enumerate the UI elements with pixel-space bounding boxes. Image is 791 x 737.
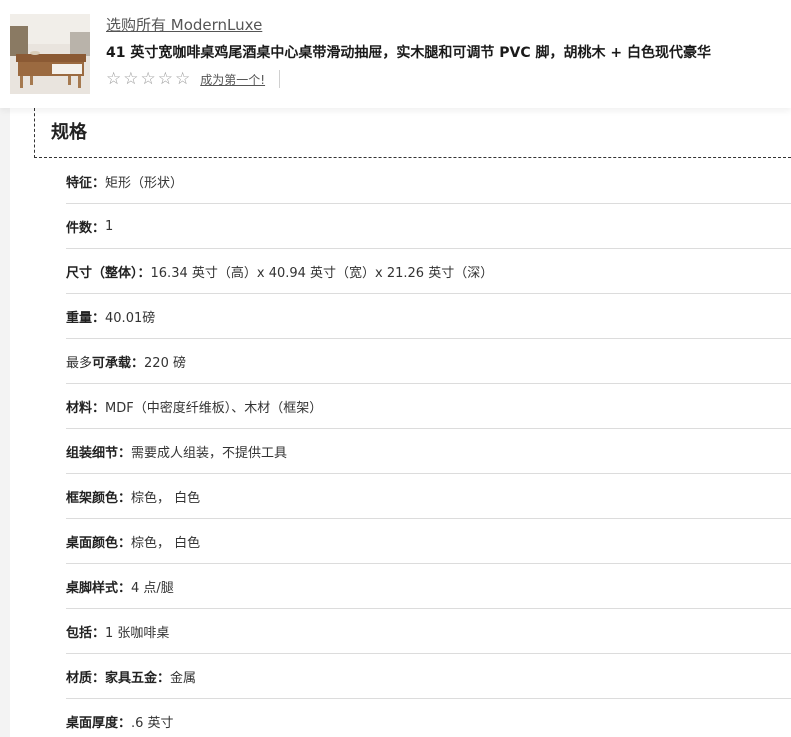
coffee-table-image bbox=[10, 14, 90, 94]
sticky-product-header: 选购所有 ModernLuxe 41 英寸宽咖啡桌鸡尾酒桌中心桌带滑动抽屉，实木… bbox=[0, 0, 791, 108]
star-icon[interactable]: ☆ bbox=[158, 70, 173, 88]
divider bbox=[279, 70, 281, 88]
spec-value: 1 张咖啡桌 bbox=[105, 625, 170, 641]
product-spec-page: 选购所有 ModernLuxe 41 英寸宽咖啡桌鸡尾酒桌中心桌带滑动抽屉，实木… bbox=[0, 0, 791, 737]
spec-row: 特征： 矩形（形状） bbox=[66, 159, 791, 204]
star-icon[interactable]: ☆ bbox=[123, 70, 138, 88]
spec-value: 4 点/腿 bbox=[131, 580, 174, 596]
spec-label: 组装细节： bbox=[66, 445, 132, 461]
spec-row: 桌面厚度： .6 英寸 bbox=[66, 699, 791, 737]
spec-value: 需要成人组装，不提供工具 bbox=[131, 445, 288, 461]
spec-row: 包括： 1 张咖啡桌 bbox=[66, 609, 791, 654]
spec-value: 金属 bbox=[170, 670, 197, 686]
spec-label: 框架颜色： bbox=[66, 490, 132, 506]
spec-value: 220 磅 bbox=[144, 355, 186, 371]
spec-label: 尺寸（整体）： bbox=[66, 265, 151, 281]
specifications-heading: 规格 bbox=[51, 122, 87, 143]
spec-row: 尺寸（整体）： 16.34 英寸（高）x 40.94 英寸（宽）x 21.26 … bbox=[66, 249, 791, 294]
spec-value: 矩形（形状） bbox=[105, 175, 184, 191]
spec-row: 重量： 40.01磅 bbox=[66, 294, 791, 339]
spec-row: 最多 可承载： 220 磅 bbox=[66, 339, 791, 384]
write-first-review-link[interactable]: 成为第一个! bbox=[200, 71, 265, 88]
shop-all-brand-link[interactable]: 选购所有 ModernLuxe bbox=[106, 14, 262, 35]
star-icon[interactable]: ☆ bbox=[141, 70, 156, 88]
product-title: 41 英寸宽咖啡桌鸡尾酒桌中心桌带滑动抽屉，实木腿和可调节 PVC 脚，胡桃木 … bbox=[106, 45, 711, 61]
spec-row: 桌脚样式： 4 点/腿 bbox=[66, 564, 791, 609]
spec-label: 件数： bbox=[66, 220, 106, 236]
star-icon[interactable]: ☆ bbox=[175, 70, 190, 88]
star-icon[interactable]: ☆ bbox=[106, 70, 121, 88]
spec-label: 桌脚样式： bbox=[66, 580, 132, 596]
spec-row: 组装细节： 需要成人组装，不提供工具 bbox=[66, 429, 791, 474]
rating-row: ☆ ☆ ☆ ☆ ☆ 成为第一个! bbox=[106, 68, 281, 90]
specifications-heading-box: 规格 bbox=[34, 108, 791, 158]
spec-label: 重量： bbox=[66, 310, 106, 326]
spec-row: 材料： MDF（中密度纤维板）、木材（框架） bbox=[66, 384, 791, 429]
spec-value: 棕色， 白色 bbox=[131, 535, 201, 551]
spec-row: 材质：家具五金： 金属 bbox=[66, 654, 791, 699]
spec-label: 材料： bbox=[66, 400, 106, 416]
spec-value: MDF（中密度纤维板）、木材（框架） bbox=[105, 400, 323, 416]
spec-value: .6 英寸 bbox=[131, 715, 174, 731]
spec-label-prefix: 最多 bbox=[66, 355, 93, 371]
product-thumbnail[interactable] bbox=[10, 14, 90, 94]
spec-label: 桌面厚度： bbox=[66, 715, 132, 731]
spec-value: 40.01磅 bbox=[105, 310, 156, 326]
spec-label: 材质：家具五金： bbox=[66, 670, 171, 686]
spec-value: 1 bbox=[105, 218, 114, 234]
spec-row: 件数： 1 bbox=[66, 204, 791, 249]
spec-label: 桌面颜色： bbox=[66, 535, 132, 551]
spec-value: 16.34 英寸（高）x 40.94 英寸（宽）x 21.26 英寸（深） bbox=[150, 265, 494, 281]
spec-label: 包括： bbox=[66, 625, 106, 641]
spec-list: 特征： 矩形（形状） 件数： 1 尺寸（整体）： 16.34 英寸（高）x 40… bbox=[66, 159, 791, 737]
specifications-panel: 规格 特征： 矩形（形状） 件数： 1 尺寸（整体）： 16.34 英寸（高）x… bbox=[10, 108, 791, 737]
spec-label: 可承载： bbox=[92, 355, 145, 371]
spec-row: 桌面颜色： 棕色， 白色 bbox=[66, 519, 791, 564]
spec-label: 特征： bbox=[66, 175, 106, 191]
spec-row: 框架颜色： 棕色， 白色 bbox=[66, 474, 791, 519]
spec-value: 棕色， 白色 bbox=[131, 490, 201, 506]
